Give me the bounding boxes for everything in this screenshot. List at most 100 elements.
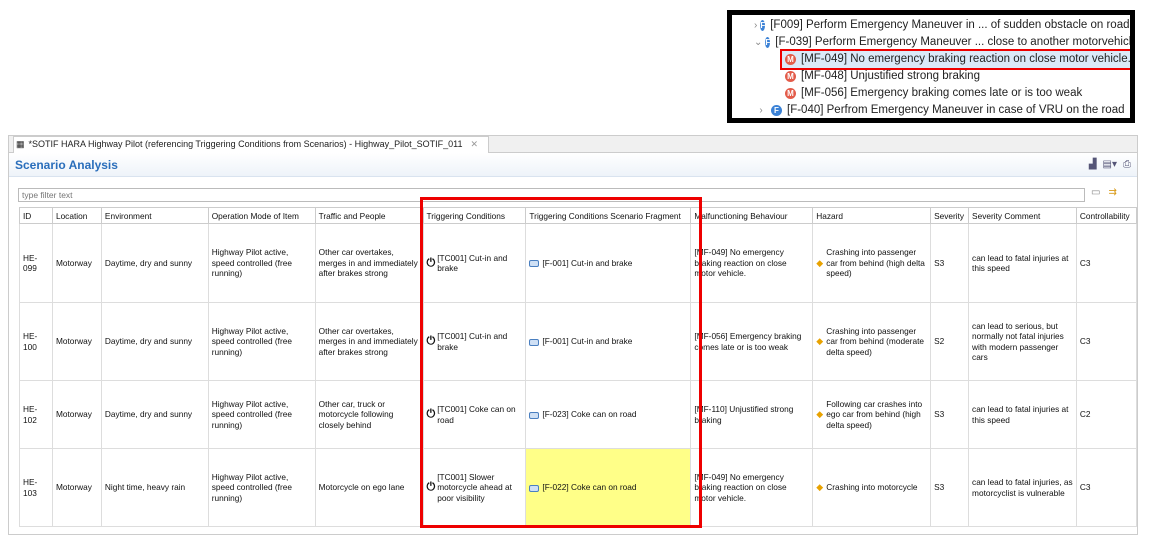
chevron-right-icon[interactable]: › bbox=[754, 17, 757, 34]
cell-id[interactable]: HE-099 bbox=[19, 223, 53, 303]
cell-fragment[interactable]: [F-001] Cut-in and brake bbox=[525, 302, 692, 381]
close-icon[interactable]: ✕ bbox=[471, 137, 479, 152]
cell-severity[interactable]: S3 bbox=[930, 380, 970, 449]
cell-sev-comment[interactable]: can lead to fatal injuries, as motorcycl… bbox=[968, 448, 1077, 527]
cell-environment[interactable]: Daytime, dry and sunny bbox=[100, 302, 209, 381]
cell-op-mode[interactable]: Highway Pilot active, speed controlled (… bbox=[207, 380, 316, 449]
table-row[interactable]: HE-103 Motorway Night time, heavy rain High… bbox=[19, 448, 1138, 527]
cell-op-mode[interactable]: Highway Pilot active, speed controlled (… bbox=[207, 302, 316, 381]
cell-environment[interactable]: Night time, heavy rain bbox=[100, 448, 209, 527]
cell-id[interactable]: HE-102 bbox=[19, 380, 53, 449]
cell-severity[interactable]: S2 bbox=[930, 302, 970, 381]
cell-fragment[interactable]: [F-023] Coke can on road bbox=[525, 380, 692, 449]
view-menu-icon[interactable]: ▤▾ bbox=[1103, 159, 1117, 170]
cell-text: [TC001] Slower motorcycle ahead at poor … bbox=[437, 471, 512, 503]
hazard-icon: ◆ bbox=[816, 482, 824, 493]
hazard-icon: ◆ bbox=[816, 336, 824, 347]
cell-controllability[interactable]: C3 bbox=[1075, 302, 1138, 381]
cell-op-mode[interactable]: Highway Pilot active, speed controlled (… bbox=[207, 223, 316, 303]
table-row[interactable]: HE-099 Motorway Daytime, dry and sunny High… bbox=[19, 223, 1138, 303]
clear-filter-icon[interactable]: ▭ bbox=[1091, 187, 1100, 198]
chevron-down-icon[interactable]: ⌄ bbox=[754, 34, 762, 51]
chart-icon[interactable]: ▟ bbox=[1089, 159, 1097, 170]
cell-id[interactable]: HE-103 bbox=[19, 448, 53, 527]
cell-sev-comment[interactable]: can lead to fatal injuries at this speed bbox=[968, 380, 1077, 449]
tree-item[interactable]: M [MF-048] Unjustified strong braking bbox=[732, 68, 1130, 85]
cell-traffic[interactable]: Other car, truck or motorcycle following… bbox=[314, 380, 424, 449]
cell-text: HE-100 bbox=[23, 331, 38, 352]
cell-controllability[interactable]: C3 bbox=[1075, 448, 1138, 527]
column-header[interactable]: Severity Comment bbox=[968, 207, 1077, 224]
cell-tc[interactable]: ⏻ [TC001] Cut-in and brake bbox=[422, 302, 527, 381]
chevron-right-icon[interactable]: › bbox=[754, 102, 768, 118]
cell-text: Crashing into passenger car from behind … bbox=[826, 325, 924, 357]
tree-item[interactable]: ⌄ F [F-039] Perform Emergency Maneuver ...… bbox=[732, 34, 1130, 51]
cell-id[interactable]: HE-100 bbox=[19, 302, 53, 381]
column-header[interactable]: Controllability bbox=[1075, 207, 1138, 224]
cell-severity[interactable]: S3 bbox=[930, 448, 970, 527]
cell-tc[interactable]: ⏻ [TC001] Coke can on road bbox=[422, 380, 527, 449]
table-row[interactable]: HE-102 Motorway Daytime, dry and sunny High… bbox=[19, 380, 1138, 449]
column-header[interactable]: Triggering Conditions Scenario Fragment bbox=[525, 207, 692, 224]
cell-location[interactable]: Motorway bbox=[51, 302, 102, 381]
column-header[interactable]: Operation Mode of Item bbox=[207, 207, 316, 224]
cell-hazard[interactable]: ◆ Crashing into motorcycle bbox=[812, 448, 932, 527]
cell-hazard[interactable]: ◆ Crashing into passenger car from behind… bbox=[812, 302, 932, 381]
cell-text: S3 bbox=[934, 482, 945, 493]
column-header[interactable]: Malfunctioning Behaviour bbox=[690, 207, 814, 224]
cell-traffic[interactable]: Motorcycle on ego lane bbox=[314, 448, 424, 527]
column-header[interactable]: Environment bbox=[100, 207, 209, 224]
editor-tab[interactable]: ▦ *SOTIF HARA Highway Pilot (referencing… bbox=[13, 135, 490, 153]
cell-fragment[interactable]: [F-001] Cut-in and brake bbox=[525, 223, 692, 303]
cell-tc[interactable]: ⏻ [TC001] Slower motorcycle ahead at poor… bbox=[422, 448, 527, 527]
cell-text: [TC001] Cut-in and brake bbox=[437, 252, 508, 274]
cell-fragment[interactable]: [F-022] Coke can on road bbox=[525, 448, 692, 527]
cell-mb[interactable]: [MF-110] Unjustified strong braking bbox=[690, 380, 814, 449]
cell-environment[interactable]: Daytime, dry and sunny bbox=[100, 380, 209, 449]
column-header[interactable]: Triggering Conditions bbox=[422, 207, 527, 224]
tree-item[interactable]: › F [F-040] Perfrom Emergency Maneuver in … bbox=[732, 102, 1130, 118]
cell-hazard[interactable]: ◆ Crashing into passenger car from behind… bbox=[812, 223, 932, 303]
cell-text: [F-022] Coke can on road bbox=[542, 482, 637, 493]
cell-traffic[interactable]: Other car overtakes, merges in and immed… bbox=[314, 223, 424, 303]
cell-environment[interactable]: Daytime, dry and sunny bbox=[100, 223, 209, 303]
table-row[interactable]: HE-100 Motorway Daytime, dry and sunny High… bbox=[19, 302, 1138, 381]
fragment-icon bbox=[529, 338, 540, 346]
cell-text: [TC001] Coke can on road bbox=[437, 404, 516, 425]
cell-controllability[interactable]: C3 bbox=[1075, 223, 1138, 303]
cell-location[interactable]: Motorway bbox=[51, 223, 102, 303]
print-icon[interactable]: ⎙ bbox=[1123, 159, 1131, 170]
cell-sev-comment[interactable]: can lead to serious, but normally not fa… bbox=[968, 302, 1077, 381]
column-header[interactable]: Location bbox=[51, 207, 102, 224]
tree-item[interactable]: › F [F009] Perform Emergency Maneuver in .… bbox=[732, 17, 1130, 34]
editor-panel: ▦ *SOTIF HARA Highway Pilot (referencing… bbox=[8, 135, 1138, 535]
cell-text: Highway Pilot active, speed controlled (… bbox=[211, 471, 292, 503]
cell-location[interactable]: Motorway bbox=[51, 380, 102, 449]
cell-tc[interactable]: ⏻ [TC001] Cut-in and brake bbox=[422, 223, 527, 303]
cell-severity[interactable]: S3 bbox=[930, 223, 970, 303]
hazard-icon: ◆ bbox=[816, 409, 824, 420]
tree-item[interactable]: M [MF-049] No emergency braking reaction … bbox=[732, 49, 1130, 70]
cell-mb[interactable]: [MF-056] Emergency braking comes late or… bbox=[690, 302, 814, 381]
cell-controllability[interactable]: C2 bbox=[1075, 380, 1138, 449]
cell-op-mode[interactable]: Highway Pilot active, speed controlled (… bbox=[207, 448, 316, 527]
cell-text: can lead to serious, but normally not fa… bbox=[972, 320, 1064, 363]
cell-sev-comment[interactable]: can lead to fatal injuries at this speed bbox=[968, 223, 1077, 303]
tree-item-label: [MF-048] Unjustified strong braking bbox=[801, 70, 980, 82]
cell-location[interactable]: Motorway bbox=[51, 448, 102, 527]
table-icon: ▦ bbox=[16, 139, 25, 149]
cell-traffic[interactable]: Other car overtakes, merges in and immed… bbox=[314, 302, 424, 381]
power-icon: ⏻ bbox=[426, 256, 436, 269]
cell-hazard[interactable]: ◆ Following car crashes into ego car from… bbox=[812, 380, 932, 449]
filter-input[interactable] bbox=[18, 188, 1085, 202]
cell-mb[interactable]: [MF-049] No emergency braking reaction o… bbox=[690, 223, 814, 303]
cell-text: can lead to fatal injuries at this speed bbox=[972, 252, 1069, 274]
cell-mb[interactable]: [MF-049] No emergency braking reaction o… bbox=[690, 448, 814, 527]
fragment-icon bbox=[529, 484, 540, 492]
filter-options-icon[interactable]: ⇉ bbox=[1108, 187, 1116, 198]
column-header[interactable]: ID bbox=[19, 207, 53, 224]
column-header[interactable]: Hazard bbox=[812, 207, 932, 224]
column-header[interactable]: Severity bbox=[930, 207, 970, 224]
column-header[interactable]: Traffic and People bbox=[314, 207, 424, 224]
tree-item[interactable]: M [MF-056] Emergency braking comes late o… bbox=[732, 85, 1130, 102]
